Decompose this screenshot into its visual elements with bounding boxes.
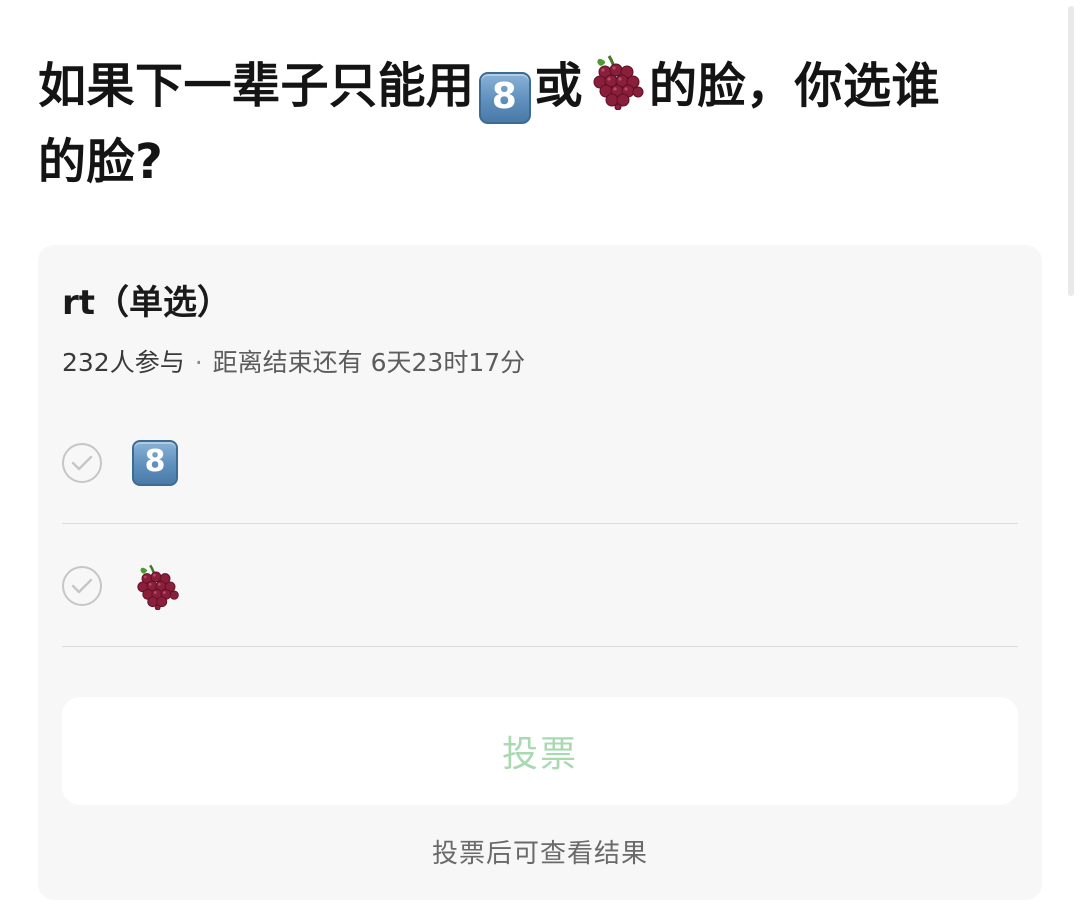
title-text-4: 的脸? [38, 134, 164, 190]
poll-title: rt（单选） [62, 283, 232, 323]
vote-hint: 投票后可查看结果 [431, 839, 648, 869]
check-icon[interactable] [62, 442, 102, 483]
meta-separator: · [194, 348, 203, 377]
keycap-8-icon: 8 [132, 439, 178, 486]
participant-count: 232人参与 [62, 348, 185, 377]
post-title: 如果下一辈子只能用 8 或 的脸，你选谁的脸? [38, 48, 1008, 200]
check-icon[interactable] [62, 565, 102, 606]
scrollbar[interactable] [1068, 6, 1074, 296]
title-text-1: 如果下一辈子只能用 [38, 58, 475, 114]
poll-option-1[interactable]: 8 [62, 402, 1018, 524]
vote-button[interactable]: 投票 [62, 697, 1018, 805]
poll-meta: 232人参与 · 距离结束还有 6天23时17分 [62, 343, 525, 379]
title-text-3: 的脸，你选谁 [649, 58, 941, 114]
grapes-icon [593, 55, 644, 110]
title-text-2: 或 [534, 58, 584, 114]
keycap-8-icon: 8 [478, 72, 531, 124]
grapes-icon [137, 564, 179, 610]
poll-card: rt（单选） 232人参与 · 距离结束还有 6天23时17分 8 投票 投票后… [38, 245, 1042, 900]
weibo-poll-page: 如果下一辈子只能用 8 或 的脸，你选谁 的脸? rt（单选） 232人参与 · 距离结束… [0, 0, 1080, 914]
time-remaining: 距离结束还有 6天23时17分 [212, 348, 526, 377]
poll-option-2[interactable] [62, 525, 1018, 647]
